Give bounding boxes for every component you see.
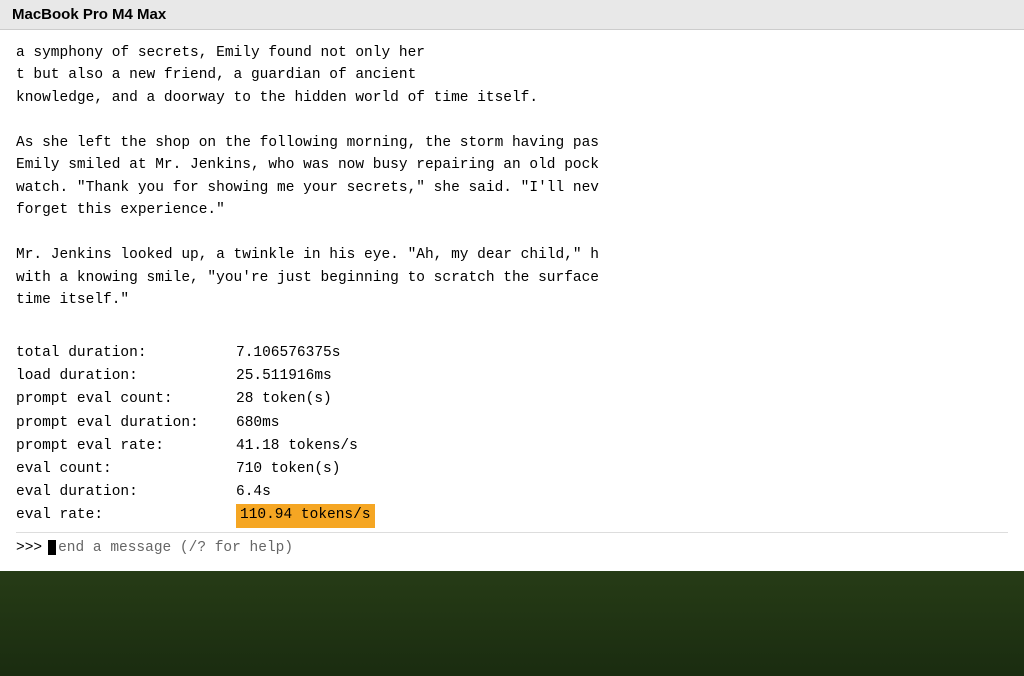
prompt-symbol: >>> xyxy=(16,537,42,559)
prompt-placeholder: end a message (/? for help) xyxy=(58,537,293,559)
stats-row: total duration:7.106576375s xyxy=(16,342,1008,365)
stats-label: prompt eval rate: xyxy=(16,435,236,458)
stats-label: load duration: xyxy=(16,365,236,388)
terminal-window: MacBook Pro M4 Max a symphony of secrets… xyxy=(0,0,1024,571)
stats-row: load duration:25.511916ms xyxy=(16,365,1008,388)
stats-label: prompt eval count: xyxy=(16,388,236,411)
paragraph-2: As she left the shop on the following mo… xyxy=(16,132,1008,222)
stats-value: 41.18 tokens/s xyxy=(236,435,358,458)
stats-value: 6.4s xyxy=(236,481,271,504)
stats-row: eval count:710 token(s) xyxy=(16,458,1008,481)
terminal-content[interactable]: a symphony of secrets, Emily found not o… xyxy=(0,30,1024,571)
stats-row: prompt eval count:28 token(s) xyxy=(16,388,1008,411)
stats-value: 110.94 tokens/s xyxy=(236,504,375,527)
stats-value: 28 token(s) xyxy=(236,388,332,411)
paragraph-1: a symphony of secrets, Emily found not o… xyxy=(16,42,1008,109)
stats-label: eval rate: xyxy=(16,504,236,527)
stats-label: total duration: xyxy=(16,342,236,365)
window-title: MacBook Pro M4 Max xyxy=(12,6,166,23)
stats-value: 25.511916ms xyxy=(236,365,332,388)
stats-label: eval count: xyxy=(16,458,236,481)
stats-table: total duration:7.106576375sload duration… xyxy=(16,342,1008,528)
title-bar: MacBook Pro M4 Max xyxy=(0,0,1024,30)
stats-value: 7.106576375s xyxy=(236,342,340,365)
stats-row: prompt eval duration:680ms xyxy=(16,412,1008,435)
cursor xyxy=(48,540,56,555)
stats-row: eval rate:110.94 tokens/s xyxy=(16,504,1008,527)
prompt-line[interactable]: >>> end a message (/? for help) xyxy=(16,532,1008,559)
stats-value: 680ms xyxy=(236,412,280,435)
stats-label: eval duration: xyxy=(16,481,236,504)
stats-value: 710 token(s) xyxy=(236,458,340,481)
stats-label: prompt eval duration: xyxy=(16,412,236,435)
stats-row: eval duration:6.4s xyxy=(16,481,1008,504)
stats-row: prompt eval rate:41.18 tokens/s xyxy=(16,435,1008,458)
paragraph-3: Mr. Jenkins looked up, a twinkle in his … xyxy=(16,244,1008,311)
